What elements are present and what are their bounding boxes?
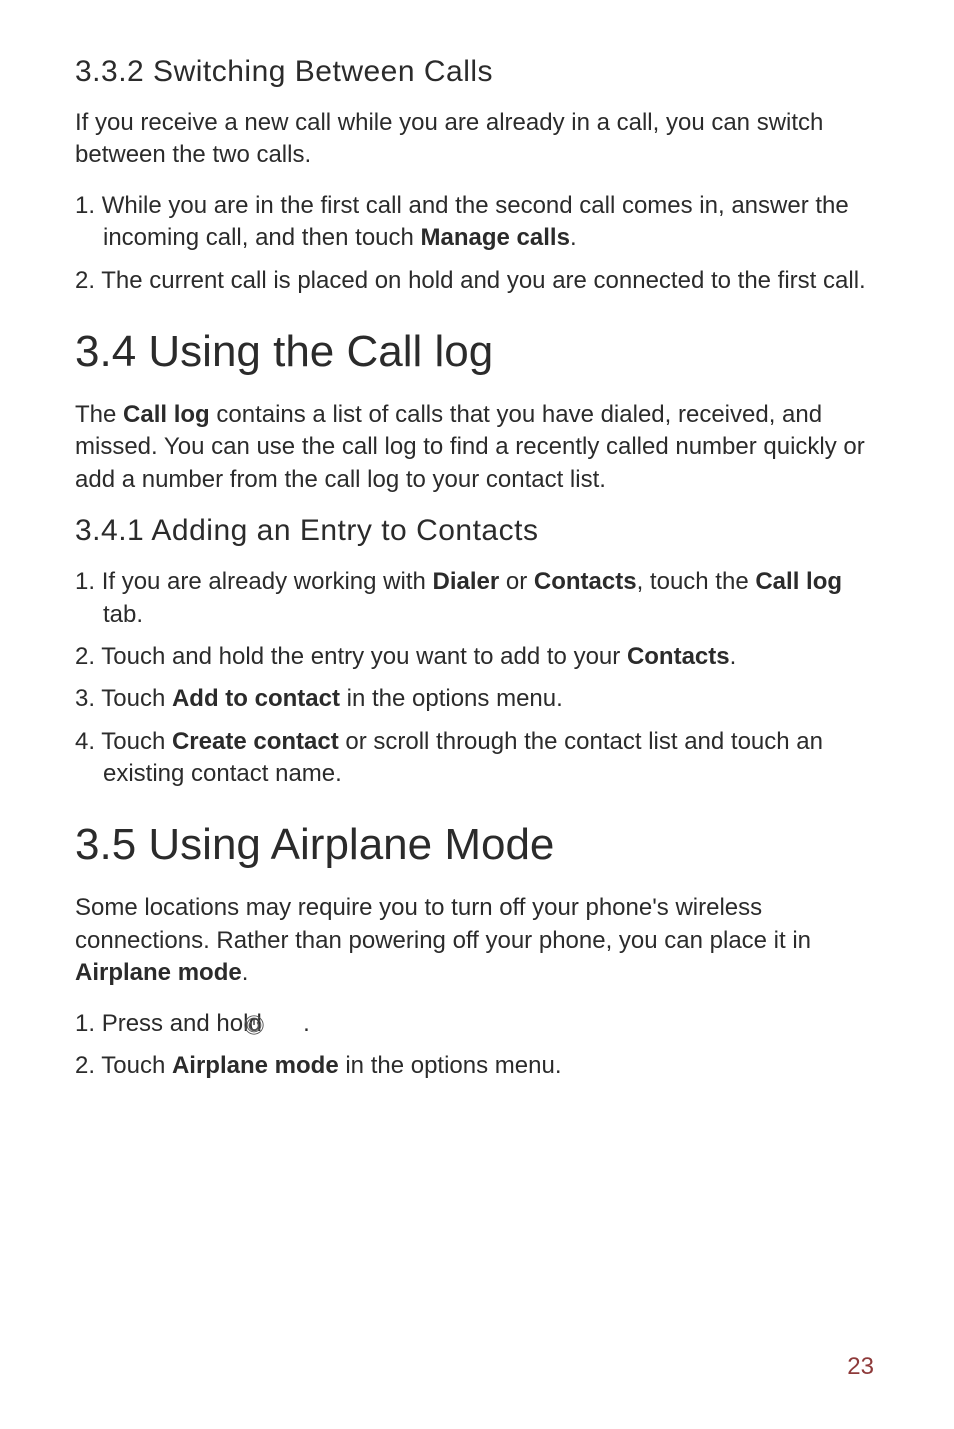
item-text-after: . [570, 224, 577, 251]
intro-text: The Call log contains a list of calls th… [75, 399, 879, 496]
heading-3-3-2: 3.3.2 Switching Between Calls [75, 55, 879, 89]
text-part: Some locations may require you to turn o… [75, 894, 811, 953]
item-text: The current call is placed on hold and y… [101, 267, 865, 294]
text-part: If you are already working with [102, 568, 433, 595]
text-bold: Add to contact [172, 685, 340, 712]
section-3-4-1: 3.4.1 Adding an Entry to Contacts 1. If … [75, 514, 879, 790]
item-prefix: 2. [75, 643, 101, 670]
text-bold: Contacts [627, 643, 730, 670]
text-part: . [730, 643, 737, 670]
text-part: Touch [101, 728, 172, 755]
item-prefix: 1. [75, 1010, 102, 1037]
ordered-list: 1. While you are in the first call and t… [75, 190, 879, 297]
item-prefix: 2. [75, 1052, 101, 1079]
list-item: 1. While you are in the first call and t… [75, 190, 879, 255]
text-part: The [75, 401, 123, 428]
item-prefix: 2. [75, 267, 101, 294]
text-bold: Airplane mode [172, 1052, 339, 1079]
heading-3-4: 3.4 Using the Call log [75, 327, 879, 377]
list-item: 2. Touch Airplane mode in the options me… [75, 1050, 879, 1082]
item-prefix: 3. [75, 685, 101, 712]
list-item: 1. Press and hold . [75, 1008, 879, 1040]
text-bold: Dialer [433, 568, 500, 595]
text-part: . [296, 1010, 309, 1037]
text-part: tab. [103, 601, 143, 628]
text-bold: Call log [123, 401, 210, 428]
text-part: Touch [101, 685, 172, 712]
text-part: . [242, 959, 249, 986]
text-bold: Airplane mode [75, 959, 242, 986]
text-part: or [499, 568, 534, 595]
list-item: 4. Touch Create contact or scroll throug… [75, 726, 879, 791]
heading-3-5: 3.5 Using Airplane Mode [75, 820, 879, 870]
item-bold: Manage calls [421, 224, 570, 251]
intro-text: Some locations may require you to turn o… [75, 892, 879, 989]
item-prefix: 4. [75, 728, 101, 755]
section-3-3-2: 3.3.2 Switching Between Calls If you rec… [75, 55, 879, 297]
text-bold: Create contact [172, 728, 339, 755]
text-bold: Call log [755, 568, 842, 595]
text-bold: Contacts [534, 568, 637, 595]
section-3-5: 3.5 Using Airplane Mode Some locations m… [75, 820, 879, 1082]
list-item: 2. The current call is placed on hold an… [75, 265, 879, 297]
intro-text: If you receive a new call while you are … [75, 107, 879, 172]
list-item: 3. Touch Add to contact in the options m… [75, 683, 879, 715]
text-part: in the options menu. [340, 685, 563, 712]
text-part: in the options menu. [339, 1052, 562, 1079]
ordered-list: 1. Press and hold . 2. Touch Airplane mo… [75, 1008, 879, 1083]
list-item: 2. Touch and hold the entry you want to … [75, 641, 879, 673]
ordered-list: 1. If you are already working with Diale… [75, 566, 879, 790]
text-part: Touch and hold the entry you want to add… [101, 643, 627, 670]
text-part: Touch [101, 1052, 172, 1079]
text-part: , touch the [637, 568, 756, 595]
item-prefix: 1. [75, 192, 102, 219]
heading-3-4-1: 3.4.1 Adding an Entry to Contacts [75, 514, 879, 548]
page-number: 23 [847, 1353, 874, 1381]
power-icon [271, 1013, 293, 1035]
section-3-4: 3.4 Using the Call log The Call log cont… [75, 327, 879, 496]
list-item: 1. If you are already working with Diale… [75, 566, 879, 631]
item-prefix: 1. [75, 568, 102, 595]
